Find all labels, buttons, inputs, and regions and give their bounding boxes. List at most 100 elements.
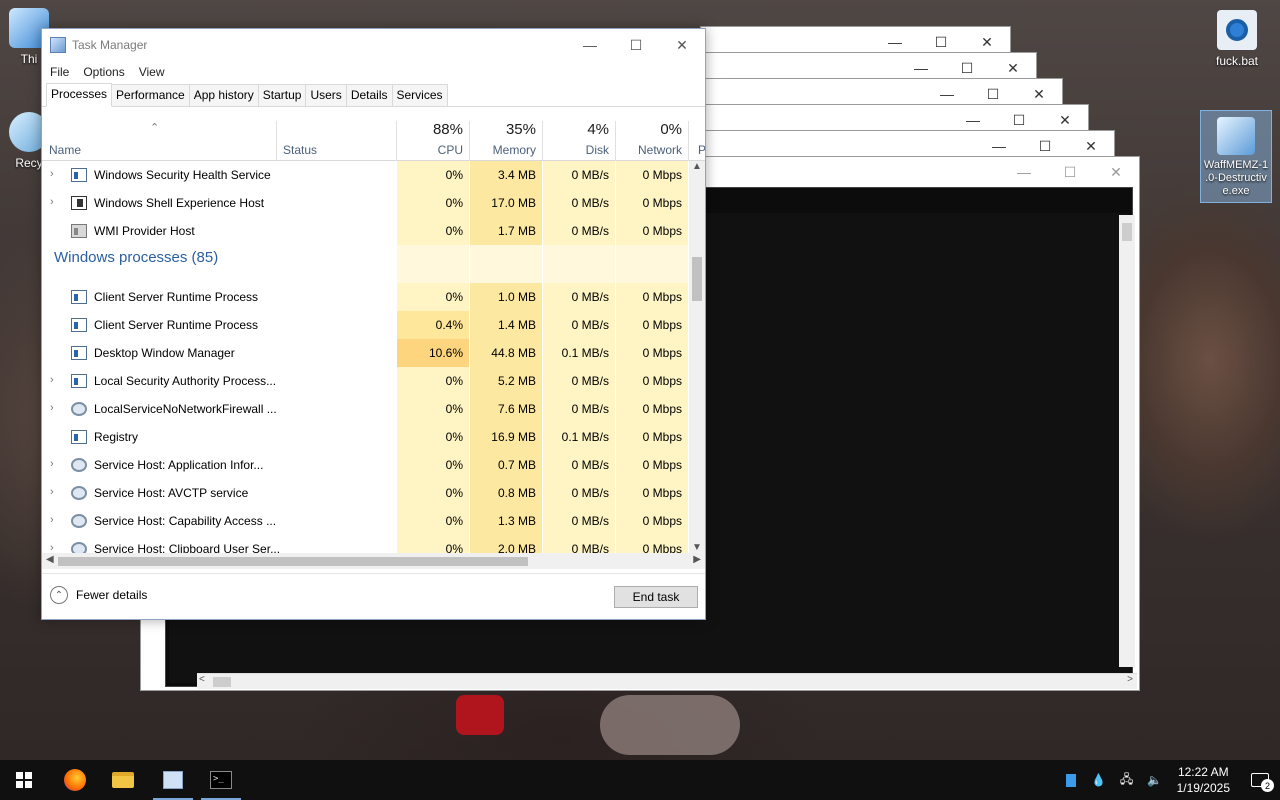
table-row[interactable]: Client Server Runtime Process 0% 1.0 MB 0 M… — [42, 283, 705, 311]
disk-cell: 0.1 MB/s — [543, 339, 615, 367]
scroll-right-icon[interactable]: > — [1127, 674, 1133, 685]
scroll-left-icon[interactable]: < — [199, 674, 205, 685]
minimize-button[interactable]: — — [1001, 157, 1047, 187]
minimize-button[interactable]: — — [567, 29, 613, 61]
table-row[interactable]: › Service Host: AVCTP service 0% 0.8 MB 0 MB… — [42, 479, 705, 507]
defender-tray-icon[interactable] — [1063, 772, 1079, 788]
scroll-left-icon[interactable]: ◀ — [46, 554, 54, 565]
menu-options[interactable]: Options — [83, 65, 124, 79]
cpu-cell: 0% — [397, 217, 469, 245]
menu-file[interactable]: File — [50, 65, 69, 79]
chevron-right-icon[interactable]: › — [50, 196, 60, 208]
table-row[interactable]: › LocalServiceNoNetworkFirewall ... 0% 7.6 … — [42, 395, 705, 423]
process-window-icon — [71, 290, 87, 304]
table-row[interactable]: › Service Host: Application Infor... 0% 0.7… — [42, 451, 705, 479]
memory-cell: 17.0 MB — [470, 189, 542, 217]
title-bar[interactable]: Task Manager — ☐ ✕ — [42, 29, 705, 61]
group-cell — [397, 245, 469, 283]
column-header-name[interactable]: Name — [42, 117, 276, 161]
column-label: P — [698, 143, 705, 157]
process-name: Windows Security Health Service — [94, 168, 271, 182]
memory-cell: 0.8 MB — [470, 479, 542, 507]
cpu-cell: 0% — [397, 161, 469, 189]
table-row[interactable]: › Local Security Authority Process... 0% 5.… — [42, 367, 705, 395]
chevron-right-icon[interactable]: › — [50, 458, 60, 470]
group-header[interactable]: Windows processes (85) — [42, 245, 705, 283]
close-button[interactable]: ✕ — [1093, 157, 1139, 187]
scrollbar-thumb[interactable] — [1122, 223, 1132, 241]
start-button[interactable] — [0, 760, 48, 800]
group-cell — [543, 245, 615, 283]
chevron-right-icon[interactable]: › — [50, 402, 60, 414]
desktop-icon-label: Thi — [20, 52, 38, 66]
tab-services[interactable]: Services — [391, 84, 448, 106]
tab-startup[interactable]: Startup — [257, 84, 307, 106]
tab-processes[interactable]: Processes — [46, 83, 113, 107]
process-window-icon — [71, 318, 87, 332]
task-manager-window[interactable]: Task Manager — ☐ ✕ File Options View Pro… — [41, 28, 706, 620]
executable-desktop-icon[interactable]: WaffMEMZ-1 .0-Destructiv e.exe — [1200, 110, 1272, 203]
scrollbar-thumb[interactable] — [692, 257, 702, 301]
maximize-button[interactable]: ☐ — [1047, 157, 1093, 187]
clock-time: 12:22 AM — [1177, 765, 1229, 779]
table-row[interactable]: › Windows Shell Experience Host 0% 17.0 MB 0… — [42, 189, 705, 217]
batch-file-desktop-icon[interactable]: fuck.bat — [1200, 10, 1274, 68]
table-row[interactable]: Registry 0% 16.9 MB 0.1 MB/s 0 Mbps — [42, 423, 705, 451]
scroll-up-icon[interactable]: ▲ — [692, 161, 702, 172]
table-row[interactable]: › Windows Security Health Service 0% 3.4 MB… — [42, 161, 705, 189]
process-table: ⌃ Name Status 88% CPU 35% Memory 4% Disk — [42, 117, 705, 585]
table-header: ⌃ Name Status 88% CPU 35% Memory 4% Disk — [42, 117, 705, 161]
disk-cell: 0 MB/s — [543, 311, 615, 339]
tab-performance[interactable]: Performance — [111, 84, 190, 106]
vertical-scrollbar[interactable] — [1119, 215, 1135, 667]
process-name: Windows Shell Experience Host — [94, 196, 265, 210]
horizontal-scrollbar[interactable]: < > — [197, 673, 1137, 689]
tab-users[interactable]: Users — [305, 84, 347, 106]
column-header-network[interactable]: 0% Network — [616, 117, 688, 161]
memory-cell: 1.4 MB — [470, 311, 542, 339]
action-center-button[interactable]: 2 — [1240, 760, 1280, 800]
maximize-button[interactable]: ☐ — [613, 29, 659, 61]
network-cell: 0 Mbps — [616, 161, 688, 189]
taskbar-firefox[interactable] — [51, 760, 99, 800]
taskbar-task-manager[interactable] — [149, 760, 197, 800]
memory-cell: 16.9 MB — [470, 423, 542, 451]
droplet-icon[interactable]: 💧 — [1091, 772, 1107, 788]
scroll-down-icon[interactable]: ▼ — [692, 542, 702, 553]
taskbar-command-prompt[interactable]: >_ — [197, 760, 245, 800]
column-header-power[interactable]: P — [689, 117, 705, 161]
column-header-disk[interactable]: 4% Disk — [543, 117, 615, 161]
column-header-memory[interactable]: 35% Memory — [470, 117, 542, 161]
chevron-up-icon: ⌃ — [50, 586, 68, 604]
menu-view[interactable]: View — [139, 65, 165, 79]
chevron-right-icon[interactable]: › — [50, 168, 60, 180]
close-button[interactable]: ✕ — [659, 29, 705, 61]
tab-app-history[interactable]: App history — [188, 84, 259, 106]
fewer-details-button[interactable]: ⌃ Fewer details — [50, 586, 147, 604]
process-window-icon — [71, 346, 87, 360]
memory-cell: 1.7 MB — [470, 217, 542, 245]
end-task-button[interactable]: End task — [614, 586, 698, 608]
chevron-right-icon[interactable]: › — [50, 374, 60, 386]
horizontal-scrollbar[interactable]: ◀ ▶ — [42, 553, 705, 569]
scroll-right-icon[interactable]: ▶ — [693, 554, 701, 565]
table-row[interactable]: WMI Provider Host 0% 1.7 MB 0 MB/s 0 Mbps — [42, 217, 705, 245]
volume-icon[interactable]: 🔈 — [1147, 772, 1163, 788]
clock[interactable]: 12:22 AM 1/19/2025 — [1177, 764, 1230, 796]
cpu-cell: 0% — [397, 479, 469, 507]
chevron-right-icon[interactable]: › — [50, 486, 60, 498]
table-row[interactable]: › Service Host: Capability Access ... 0% 1.… — [42, 507, 705, 535]
table-row[interactable]: Desktop Window Manager 10.6% 44.8 MB 0.1 MB… — [42, 339, 705, 367]
network-icon[interactable]: 🖧 — [1119, 772, 1135, 788]
vertical-scrollbar[interactable]: ▲ ▼ — [689, 161, 705, 553]
column-header-status[interactable]: Status — [277, 117, 396, 161]
table-row[interactable]: Client Server Runtime Process 0.4% 1.4 MB 0… — [42, 311, 705, 339]
chevron-right-icon[interactable]: › — [50, 514, 60, 526]
scrollbar-thumb[interactable] — [58, 557, 528, 566]
taskbar-file-explorer[interactable] — [99, 760, 147, 800]
column-header-cpu[interactable]: 88% CPU — [397, 117, 469, 161]
scrollbar-thumb[interactable] — [213, 677, 231, 687]
tab-details[interactable]: Details — [345, 84, 393, 106]
network-cell: 0 Mbps — [616, 395, 688, 423]
column-label: Network — [637, 143, 682, 157]
